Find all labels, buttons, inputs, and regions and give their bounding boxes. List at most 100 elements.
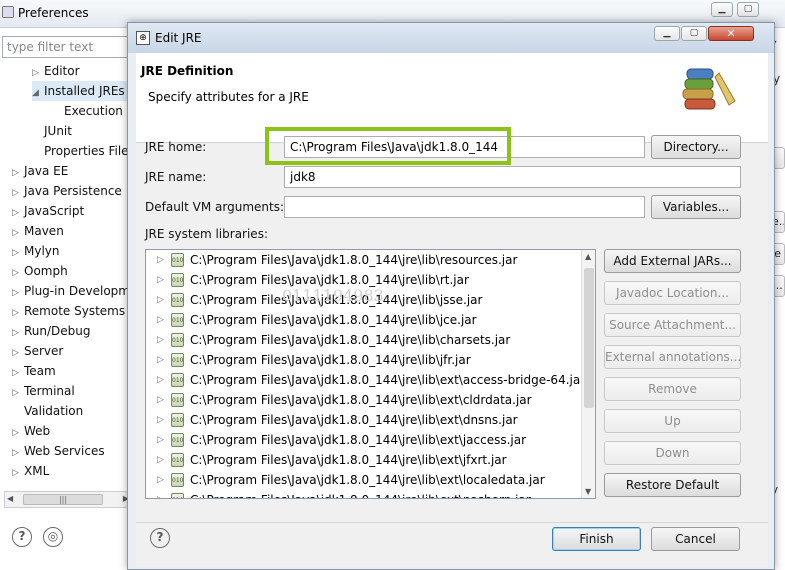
collapsed-arrow-icon[interactable]: ▷ xyxy=(12,423,24,443)
collapsed-arrow-icon[interactable]: ▷ xyxy=(12,223,24,243)
restore-default-button[interactable]: Restore Default xyxy=(604,473,741,497)
library-row[interactable]: ▷ 010 C:\Program Files\Java\jdk1.8.0_144\j… xyxy=(146,450,578,470)
jar-icon: 010 xyxy=(171,373,184,387)
tree-item[interactable]: ▷ XML xyxy=(12,461,49,481)
dialog-maximize-icon[interactable]: ▢ xyxy=(681,26,707,41)
scroll-thumb[interactable]: ||| xyxy=(23,494,103,505)
remove-button[interactable]: Remove xyxy=(604,377,741,401)
library-row[interactable]: ▷ 010 C:\Program Files\Java\jdk1.8.0_144\j… xyxy=(146,330,578,350)
filter-input[interactable]: type filter text xyxy=(2,36,132,58)
scroll-down-icon[interactable]: ▼ xyxy=(585,487,591,496)
libraries-vertical-scrollbar[interactable]: ▲ ▼ xyxy=(581,250,595,498)
maximize-icon[interactable]: ▢ xyxy=(737,2,759,17)
tree-item[interactable]: ▷ Web Services xyxy=(12,441,105,461)
source-attachment-button[interactable]: Source Attachment... xyxy=(604,313,741,337)
library-row[interactable]: ▷ 010 C:\Program Files\Java\jdk1.8.0_144\j… xyxy=(146,490,578,498)
library-row[interactable]: ▷ 010 C:\Program Files\Java\jdk1.8.0_144\j… xyxy=(146,310,578,330)
library-row[interactable]: ▷ 010 C:\Program Files\Java\jdk1.8.0_144\j… xyxy=(146,470,578,490)
expanded-arrow-icon[interactable]: ◢ xyxy=(32,83,44,103)
dialog-minimize-icon[interactable]: ▁ xyxy=(654,26,680,41)
library-row[interactable]: ▷ 010 C:\Program Files\Java\jdk1.8.0_144\j… xyxy=(146,390,578,410)
collapsed-arrow-icon[interactable]: ▷ xyxy=(12,283,24,303)
down-button[interactable]: Down xyxy=(604,441,741,465)
expand-arrow-icon[interactable]: ▷ xyxy=(157,250,164,270)
collapsed-arrow-icon[interactable]: ▷ xyxy=(12,443,24,463)
collapsed-arrow-icon[interactable]: ▷ xyxy=(12,343,24,363)
tree-item[interactable]: ▷ Mylyn xyxy=(12,241,60,261)
expand-arrow-icon[interactable]: ▷ xyxy=(157,470,164,490)
help-icon[interactable]: ? xyxy=(12,527,32,547)
finish-button[interactable]: Finish xyxy=(552,527,641,551)
library-path: C:\Program Files\Java\jdk1.8.0_144\jre\l… xyxy=(190,373,586,387)
javadoc-location-button[interactable]: Javadoc Location... xyxy=(604,281,741,305)
external-annotations-button[interactable]: External annotations... xyxy=(604,345,741,369)
up-button[interactable]: Up xyxy=(604,409,741,433)
collapsed-arrow-icon[interactable]: ▷ xyxy=(12,163,24,183)
jre-name-field[interactable]: jdk8 xyxy=(284,166,741,188)
dialog-close-icon[interactable]: ✕ xyxy=(708,26,754,41)
collapsed-arrow-icon[interactable]: ▷ xyxy=(12,363,24,383)
expand-arrow-icon[interactable]: ▷ xyxy=(157,450,164,470)
directory-button[interactable]: Directory... xyxy=(651,135,741,159)
tree-item[interactable]: ◢ Installed JREs xyxy=(32,81,129,101)
expand-arrow-icon[interactable]: ▷ xyxy=(157,270,164,290)
tree-item[interactable]: Properties File xyxy=(32,141,129,161)
library-row[interactable]: ▷ 010 C:\Program Files\Java\jdk1.8.0_144\j… xyxy=(146,250,578,270)
tree-item[interactable]: ▷ Maven xyxy=(12,221,64,241)
expand-arrow-icon[interactable]: ▷ xyxy=(157,290,164,310)
tree-item[interactable]: ▷ Web xyxy=(12,421,50,441)
expand-arrow-icon[interactable]: ▷ xyxy=(157,370,164,390)
library-row[interactable]: ▷ 010 C:\Program Files\Java\jdk1.8.0_144\j… xyxy=(146,430,578,450)
header-title: JRE Definition xyxy=(141,64,234,78)
collapsed-arrow-icon[interactable]: ▷ xyxy=(12,203,24,223)
tree-item[interactable]: JUnit xyxy=(32,121,72,141)
jar-icon: 010 xyxy=(171,473,184,487)
library-row[interactable]: ▷ 010 C:\Program Files\Java\jdk1.8.0_144\j… xyxy=(146,410,578,430)
collapsed-arrow-icon[interactable]: ▷ xyxy=(12,323,24,343)
expand-arrow-icon[interactable]: ▷ xyxy=(157,430,164,450)
collapsed-arrow-icon[interactable]: ▷ xyxy=(12,463,24,483)
expand-arrow-icon[interactable]: ▷ xyxy=(157,330,164,350)
tree-item[interactable]: ▷ Java Persistence xyxy=(12,181,122,201)
cancel-button[interactable]: Cancel xyxy=(651,527,740,551)
expand-arrow-icon[interactable]: ▷ xyxy=(157,410,164,430)
vm-args-field[interactable] xyxy=(284,196,645,218)
add-external-jars-button[interactable]: Add External JARs... xyxy=(604,249,741,273)
minimize-icon[interactable]: ▁ xyxy=(711,2,733,17)
libraries-scroll-thumb[interactable] xyxy=(584,268,594,408)
collapsed-arrow-icon[interactable]: ▷ xyxy=(12,303,24,323)
tree-item[interactable]: ▷ Oomph xyxy=(12,261,68,281)
tree-item[interactable]: ▷ Java EE xyxy=(12,161,68,181)
collapsed-arrow-icon[interactable]: ▷ xyxy=(32,63,44,83)
import-export-icon[interactable]: ◎ xyxy=(43,527,63,547)
library-path: C:\Program Files\Java\jdk1.8.0_144\jre\l… xyxy=(190,313,477,327)
tree-item[interactable]: Validation xyxy=(12,401,83,421)
tree-item[interactable]: ▷ Remote Systems xyxy=(12,301,125,321)
tree-item[interactable]: ▷ Run/Debug xyxy=(12,321,91,341)
tree-item-label: Java Persistence xyxy=(24,184,122,198)
dialog-help-icon[interactable]: ? xyxy=(150,528,170,548)
tree-item[interactable]: Execution E xyxy=(52,101,134,121)
library-row[interactable]: ▷ 010 C:\Program Files\Java\jdk1.8.0_144\j… xyxy=(146,350,578,370)
variables-button[interactable]: Variables... xyxy=(651,195,741,219)
tree-item[interactable]: ▷ Team xyxy=(12,361,56,381)
collapsed-arrow-icon[interactable]: ▷ xyxy=(12,383,24,403)
scroll-up-icon[interactable]: ▲ xyxy=(585,252,591,261)
collapsed-arrow-icon[interactable]: ▷ xyxy=(12,243,24,263)
tree-item[interactable]: ▷ Editor xyxy=(32,61,80,81)
tree-item[interactable]: ▷ Plug-in Developm xyxy=(12,281,130,301)
tree-item[interactable]: ▷ JavaScript xyxy=(12,201,84,221)
expand-arrow-icon[interactable]: ▷ xyxy=(157,310,164,330)
collapsed-arrow-icon[interactable]: ▷ xyxy=(12,183,24,203)
tree-horizontal-scrollbar[interactable]: ◀ ||| ▶ xyxy=(4,491,132,508)
tree-item-label: Remote Systems xyxy=(24,304,126,318)
tree-item[interactable]: ▷ Server xyxy=(12,341,63,361)
library-row[interactable]: ▷ 010 C:\Program Files\Java\jdk1.8.0_144\j… xyxy=(146,370,585,390)
tree-item[interactable]: ▷ Terminal xyxy=(12,381,75,401)
dialog-title: Edit JRE xyxy=(155,31,202,45)
scroll-left-icon[interactable]: ◀ xyxy=(7,494,13,503)
expand-arrow-icon[interactable]: ▷ xyxy=(157,490,164,498)
collapsed-arrow-icon[interactable]: ▷ xyxy=(12,263,24,283)
expand-arrow-icon[interactable]: ▷ xyxy=(157,390,164,410)
expand-arrow-icon[interactable]: ▷ xyxy=(157,350,164,370)
